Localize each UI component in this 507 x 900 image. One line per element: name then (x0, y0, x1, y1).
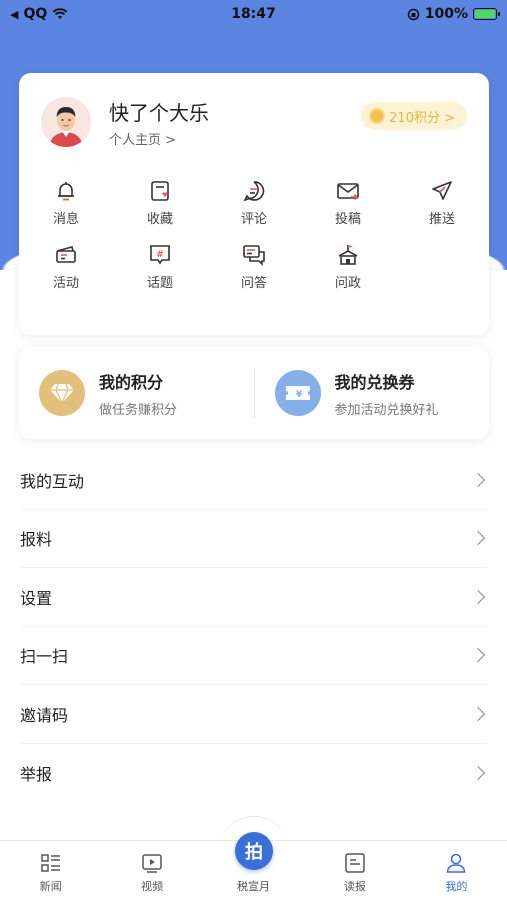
points-label: 210积分 > (389, 110, 455, 126)
chevron-right-icon (470, 648, 486, 663)
my-points-title: 我的积分 (99, 372, 164, 392)
coin-icon (369, 108, 386, 124)
grid-item-activities[interactable]: 活动 (19, 242, 113, 294)
activity-icon (56, 246, 76, 263)
diamond-icon (39, 370, 85, 416)
battery-icon (473, 8, 500, 20)
chevron-right-icon (470, 706, 486, 721)
battery-percent: 100% (424, 6, 468, 22)
menu-label: 我的互动 (20, 471, 85, 491)
user-name[interactable]: 快了个大乐 (109, 97, 209, 126)
profile-card: 快了个大乐 个人主页 > 210积分 > 消息 收藏 评论 投稿 推送 活动 #… (19, 73, 489, 335)
video-icon (142, 854, 162, 873)
grid-item-qa[interactable]: 问答 (207, 242, 301, 294)
grid-item-favorites[interactable]: 收藏 (113, 178, 207, 230)
grid-item-submit[interactable]: 投稿 (301, 178, 395, 230)
chevron-right-icon (470, 472, 486, 487)
qa-icon (243, 245, 265, 266)
my-coupons-entry[interactable]: ¥ 我的兑换券 参加活动兑换好礼 (255, 369, 490, 418)
tab-read-paper[interactable]: 读报 (304, 841, 405, 900)
tab-label: 视频 (141, 880, 164, 893)
newspaper-icon (345, 853, 365, 873)
government-icon (338, 245, 358, 265)
menu-item-report[interactable]: 举报 (20, 744, 487, 803)
favorite-icon (151, 181, 169, 201)
topic-icon: # (150, 245, 170, 265)
grid-label: 收藏 (146, 212, 173, 227)
grid-item-topics[interactable]: # 话题 (113, 242, 207, 294)
menu-item-report-news[interactable]: 报料 (20, 510, 487, 568)
rewards-card: 我的积分 做任务赚积分 ¥ 我的兑换券 参加活动兑换好礼 (19, 347, 489, 439)
menu-item-settings[interactable]: 设置 (20, 568, 487, 627)
feature-grid: 消息 收藏 评论 投稿 推送 活动 # 话题 问答 问政 (19, 178, 489, 294)
news-icon (40, 854, 60, 872)
my-coupons-subtitle: 参加活动兑换好礼 (334, 402, 439, 418)
orientation-lock-icon (407, 8, 419, 20)
coupon-icon: ¥ (274, 370, 321, 416)
menu-item-invite-code[interactable]: 邀请码 (20, 685, 487, 744)
avatar[interactable] (41, 97, 91, 147)
send-icon (432, 181, 452, 200)
chevron-right-icon (470, 589, 486, 604)
grid-label: 评论 (240, 212, 267, 227)
chevron-right-icon (470, 531, 486, 546)
my-points-subtitle: 做任务赚积分 (99, 402, 178, 418)
grid-label: 问政 (334, 276, 361, 291)
tab-news[interactable]: 新闻 (0, 841, 101, 900)
my-coupons-title: 我的兑换券 (334, 372, 415, 392)
tab-label: 税宣月 (237, 880, 271, 893)
svg-text:#: # (156, 250, 164, 260)
menu-label: 设置 (20, 588, 53, 608)
tab-label: 读报 (343, 880, 366, 893)
status-bar: ◀ QQ 18:47 100% (0, 0, 507, 28)
tab-label: 新闻 (39, 880, 62, 893)
svg-text:¥: ¥ (295, 390, 302, 400)
grid-label: 推送 (428, 212, 455, 227)
menu-item-scan[interactable]: 扫一扫 (20, 627, 487, 685)
carrier-label: QQ (23, 6, 48, 22)
menu-item-my-interactions[interactable]: 我的互动 (20, 451, 487, 510)
my-points-entry[interactable]: 我的积分 做任务赚积分 (19, 369, 254, 418)
profile-home-link[interactable]: 个人主页 > (109, 129, 176, 148)
menu-label: 扫一扫 (20, 647, 69, 667)
grid-label: 话题 (146, 276, 173, 291)
user-icon (446, 853, 466, 873)
comment-icon (243, 181, 265, 202)
grid-label: 消息 (52, 212, 79, 227)
settings-menu: 我的互动 报料 设置 扫一扫 邀请码 举报 (0, 451, 507, 802)
mail-icon (337, 183, 359, 201)
grid-item-messages[interactable]: 消息 (19, 178, 113, 230)
grid-label: 问答 (240, 276, 267, 291)
grid-item-government[interactable]: 问政 (301, 242, 395, 294)
bell-icon (58, 182, 74, 201)
camera-icon[interactable]: 拍 (235, 832, 273, 870)
grid-label: 投稿 (334, 212, 361, 227)
tab-video[interactable]: 视频 (101, 841, 202, 900)
chevron-right-icon (470, 765, 486, 780)
tab-label: 我的 (445, 880, 468, 893)
grid-label: 活动 (52, 276, 79, 291)
back-arrow-icon: ◀ (10, 7, 19, 21)
menu-label: 邀请码 (20, 705, 69, 725)
tab-mine[interactable]: 我的 (406, 841, 507, 900)
menu-label: 报料 (20, 530, 53, 550)
grid-item-push[interactable]: 推送 (395, 178, 489, 230)
points-badge[interactable]: 210积分 > (361, 102, 467, 130)
wifi-icon (52, 8, 68, 19)
grid-item-comments[interactable]: 评论 (207, 178, 301, 230)
menu-label: 举报 (20, 764, 53, 784)
